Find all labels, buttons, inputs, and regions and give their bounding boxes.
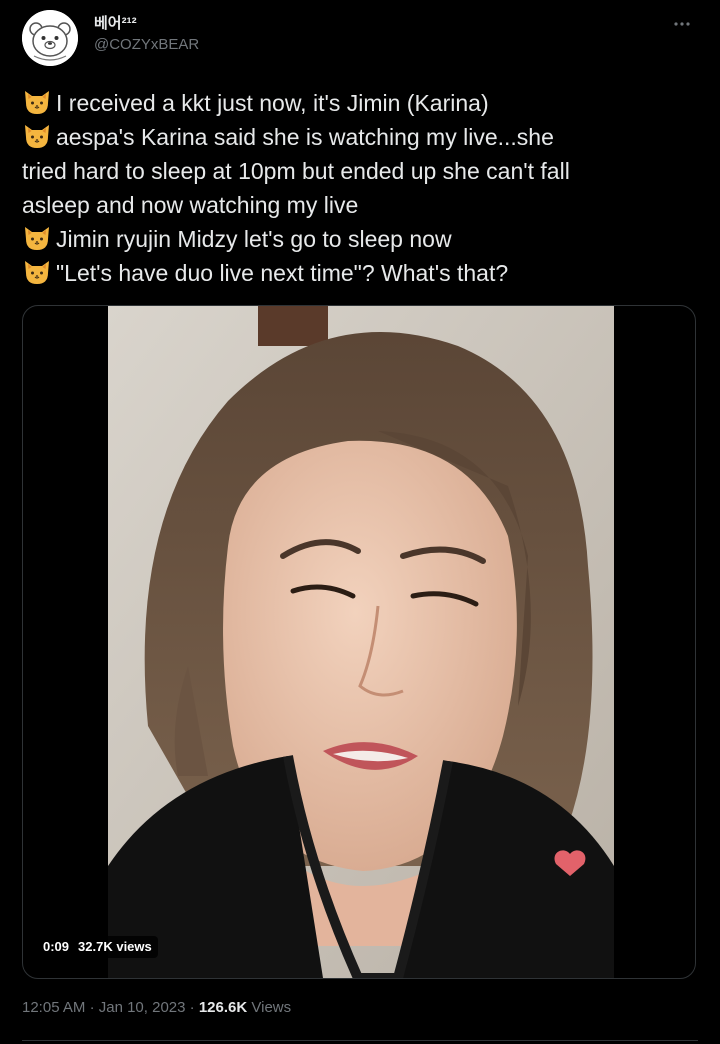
tweet-date[interactable]: Jan 10, 2023 (99, 999, 186, 1016)
user-info: 베어²¹² @COZYxBEAR (94, 14, 199, 56)
video-player[interactable]: 0:09 32.7K views (22, 305, 696, 979)
meta-separator: · (89, 999, 95, 1016)
tweet-line: "Let's have duo live next time"? What's … (22, 256, 698, 290)
video-duration: 0:09 (43, 939, 70, 954)
video-thumbnail (108, 306, 614, 978)
tweet-text: I received a kkt just now, it's Jimin (K… (22, 86, 698, 290)
user-handle[interactable]: @COZYxBEAR (94, 34, 199, 56)
tweet-header: 베어²¹² @COZYxBEAR (22, 10, 698, 68)
cat-face-emoji-icon (25, 91, 49, 114)
display-name[interactable]: 베어²¹² (94, 14, 199, 34)
tweet-line-text: "Let's have duo live next time"? What's … (56, 260, 509, 286)
tweet-line: aespa's Karina said she is watching my l… (22, 120, 698, 154)
tweet-line: Jimin ryujin Midzy let's go to sleep now (22, 222, 698, 256)
tweet-line-text: aespa's Karina said she is watching my l… (56, 124, 554, 150)
video-frame[interactable] (108, 306, 614, 978)
cat-face-emoji-icon (25, 125, 49, 148)
tweet-line-text: tried hard to sleep at 10pm but ended up… (22, 158, 570, 184)
tweet-line-text: asleep and now watching my live (22, 192, 359, 218)
more-options-button[interactable] (670, 12, 694, 36)
polar-bear-icon (22, 10, 78, 66)
divider (22, 1040, 698, 1041)
video-duration-badge: 0:09 32.7K views (37, 936, 158, 958)
meta-separator: · (189, 999, 195, 1016)
video-views: 32.7K views (78, 939, 152, 954)
tweet: 베어²¹² @COZYxBEAR I received a kkt just n… (0, 0, 720, 1044)
avatar[interactable] (22, 10, 78, 66)
cat-face-emoji-icon (25, 227, 49, 250)
tweet-meta: 12:05 AM · Jan 10, 2023 · 126.6K Views (22, 998, 291, 1018)
tweet-line: I received a kkt just now, it's Jimin (K… (22, 86, 698, 120)
view-count[interactable]: 126.6K (199, 999, 247, 1016)
cat-face-emoji-icon (25, 261, 49, 284)
tweet-line-text: Jimin ryujin Midzy let's go to sleep now (56, 226, 452, 252)
tweet-line-text: I received a kkt just now, it's Jimin (K… (56, 90, 489, 116)
more-horizontal-icon (674, 22, 690, 26)
tweet-time[interactable]: 12:05 AM (22, 999, 85, 1016)
view-label: Views (251, 999, 292, 1016)
